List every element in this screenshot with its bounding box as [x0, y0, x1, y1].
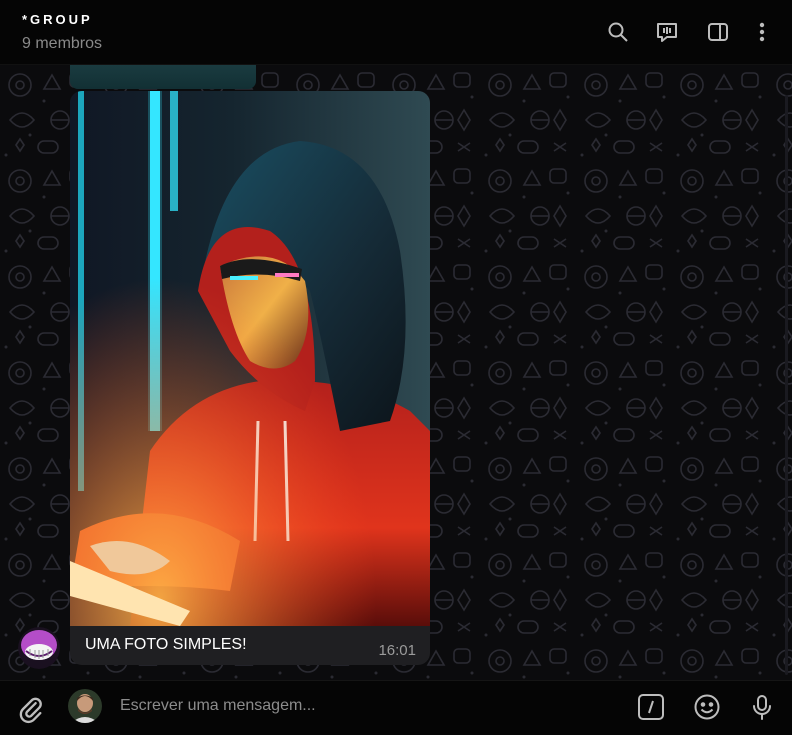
chat-header: *GROUP 9 membros	[0, 0, 792, 65]
message-composer	[0, 680, 792, 735]
scrollbar[interactable]	[785, 95, 788, 675]
photo-message-bubble[interactable]: UMA FOTO SIMPLES! 16:01	[70, 91, 430, 665]
more-vertical-icon[interactable]	[749, 19, 775, 45]
sidebar-toggle-icon[interactable]	[705, 19, 731, 45]
sender-avatar[interactable]	[18, 627, 60, 669]
commands-icon[interactable]	[637, 693, 665, 721]
member-count[interactable]: 9 membros	[22, 35, 102, 53]
attach-icon[interactable]	[17, 694, 45, 724]
my-avatar[interactable]	[68, 689, 102, 723]
message-time: 16:01	[378, 642, 416, 659]
group-title[interactable]: *GROUP	[22, 12, 93, 27]
video-chat-icon[interactable]	[654, 19, 680, 45]
microphone-icon[interactable]	[748, 693, 776, 721]
message-caption: UMA FOTO SIMPLES!	[85, 636, 247, 653]
message-input[interactable]	[120, 693, 600, 719]
chat-area[interactable]: UMA FOTO SIMPLES! 16:01	[0, 65, 792, 680]
previous-message-bubble[interactable]	[70, 65, 256, 89]
search-icon[interactable]	[605, 19, 631, 45]
emoji-icon[interactable]	[693, 693, 721, 721]
message-photo[interactable]	[70, 91, 430, 626]
